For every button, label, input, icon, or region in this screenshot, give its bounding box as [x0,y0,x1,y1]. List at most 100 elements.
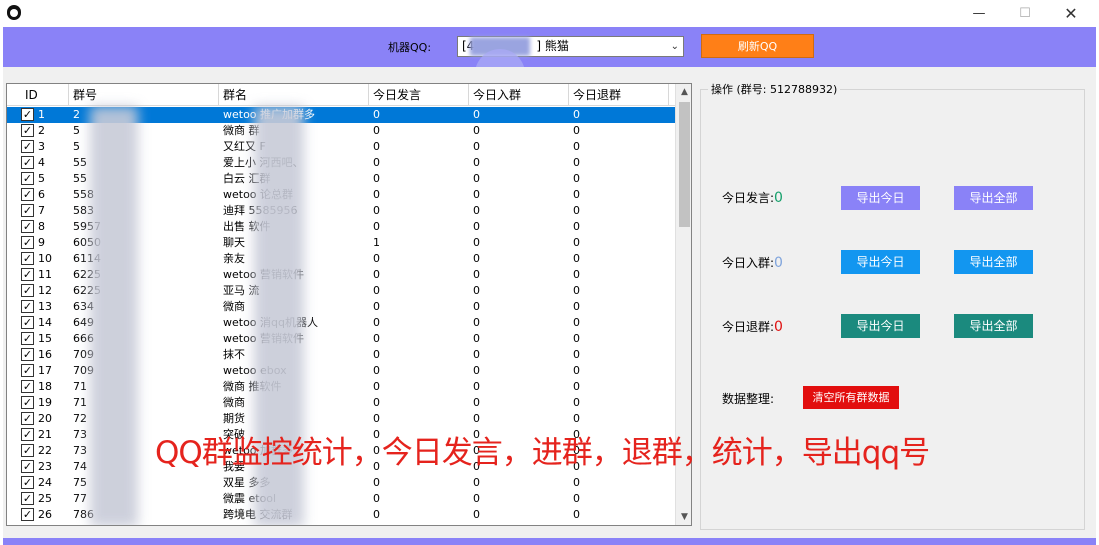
col-today-msg[interactable]: 今日发言 [369,84,469,106]
scroll-thumb[interactable] [679,102,690,227]
row-checkbox[interactable]: ✓ [21,476,34,489]
row-checkbox[interactable]: ✓ [21,140,34,153]
cell-id: 9 [38,236,45,249]
row-checkbox[interactable]: ✓ [21,380,34,393]
cell-out: 0 [573,300,580,313]
row-checkbox[interactable]: ✓ [21,108,34,121]
cell-msg: 0 [373,300,380,313]
cell-out: 0 [573,140,580,153]
cell-out: 0 [573,316,580,329]
row-checkbox[interactable]: ✓ [21,348,34,361]
row-checkbox[interactable]: ✓ [21,268,34,281]
cell-in: 0 [473,268,480,281]
row-checkbox[interactable]: ✓ [21,332,34,345]
cell-out: 0 [573,476,580,489]
today-join-stat: 今日入群:0 [722,254,783,271]
cell-msg: 0 [373,124,380,137]
data-cleanup-label: 数据整理: [722,392,775,406]
table-header: ID 群号 群名 今日发言 今日入群 今日退群 [7,84,675,106]
col-group-name[interactable]: 群名 [219,84,369,106]
cell-id: 11 [38,268,52,281]
cell-id: 8 [38,220,45,233]
cell-out: 0 [573,124,580,137]
row-checkbox[interactable]: ✓ [21,460,34,473]
cell-out: 0 [573,172,580,185]
maximize-button[interactable]: ☐ [1002,0,1048,27]
cell-in: 0 [473,316,480,329]
export-all-join-button[interactable]: 导出全部 [954,250,1033,274]
col-group-id[interactable]: 群号 [69,84,219,106]
redaction-blur [90,106,138,525]
export-today-join-button[interactable]: 导出今日 [841,250,920,274]
col-today-leave[interactable]: 今日退群 [569,84,669,106]
cell-out: 0 [573,108,580,121]
cell-id: 3 [38,140,45,153]
row-checkbox[interactable]: ✓ [21,124,34,137]
row-checkbox[interactable]: ✓ [21,396,34,409]
row-checkbox[interactable]: ✓ [21,284,34,297]
cell-id: 22 [38,444,52,457]
row-checkbox[interactable]: ✓ [21,220,34,233]
cell-id: 14 [38,316,52,329]
col-id[interactable]: ID [21,84,69,106]
cell-id: 23 [38,460,52,473]
row-checkbox[interactable]: ✓ [21,188,34,201]
scroll-down-icon[interactable]: ▼ [676,509,691,525]
cell-msg: 0 [373,108,380,121]
clear-all-group-data-button[interactable]: 清空所有群数据 [803,386,899,409]
cell-in: 0 [473,108,480,121]
row-checkbox[interactable]: ✓ [21,300,34,313]
today-leave-value: 0 [774,319,783,335]
cell-out: 0 [573,284,580,297]
close-button[interactable]: ✕ [1048,0,1094,27]
row-checkbox[interactable]: ✓ [21,412,34,425]
cell-out: 0 [573,332,580,345]
cell-msg: 0 [373,172,380,185]
cell-out: 0 [573,220,580,233]
cell-msg: 0 [373,492,380,505]
row-checkbox[interactable]: ✓ [21,444,34,457]
row-checkbox[interactable]: ✓ [21,364,34,377]
cell-in: 0 [473,220,480,233]
refresh-qq-button[interactable]: 刷新QQ [701,34,814,58]
today-msg-label: 今日发言: [722,191,775,205]
row-checkbox[interactable]: ✓ [21,236,34,249]
export-today-msg-button[interactable]: 导出今日 [841,186,920,210]
row-checkbox[interactable]: ✓ [21,156,34,169]
cell-msg: 0 [373,348,380,361]
cell-out: 0 [573,412,580,425]
cell-out: 0 [573,268,580,281]
cell-id: 6 [38,188,45,201]
cell-id: 4 [38,156,45,169]
col-today-join[interactable]: 今日入群 [469,84,569,106]
today-join-value: 0 [774,255,783,271]
cell-msg: 0 [373,364,380,377]
cell-id: 13 [38,300,52,313]
row-checkbox[interactable]: ✓ [21,252,34,265]
row-checkbox[interactable]: ✓ [21,172,34,185]
row-checkbox[interactable]: ✓ [21,428,34,441]
cell-out: 0 [573,204,580,217]
row-checkbox[interactable]: ✓ [21,204,34,217]
cell-id: 17 [38,364,52,377]
cell-id: 15 [38,332,52,345]
robot-qq-label: 机器QQ: [388,41,432,54]
cell-out: 0 [573,188,580,201]
today-leave-label: 今日退群: [722,320,775,334]
export-all-leave-button[interactable]: 导出全部 [954,314,1033,338]
row-checkbox[interactable]: ✓ [21,492,34,505]
export-today-leave-button[interactable]: 导出今日 [841,314,920,338]
cell-msg: 0 [373,204,380,217]
toolbar: 机器QQ: [4] 熊猫 ⌄ 刷新QQ [3,27,1096,99]
cell-in: 0 [473,300,480,313]
cell-in: 0 [473,284,480,297]
cell-msg: 0 [373,156,380,169]
cell-msg: 0 [373,332,380,345]
cell-msg: 0 [373,284,380,297]
today-join-label: 今日入群: [722,256,775,270]
export-all-msg-button[interactable]: 导出全部 [954,186,1033,210]
minimize-button[interactable]: — [956,0,1002,27]
row-checkbox[interactable]: ✓ [21,508,34,521]
scroll-up-icon[interactable]: ▲ [676,84,691,100]
row-checkbox[interactable]: ✓ [21,316,34,329]
